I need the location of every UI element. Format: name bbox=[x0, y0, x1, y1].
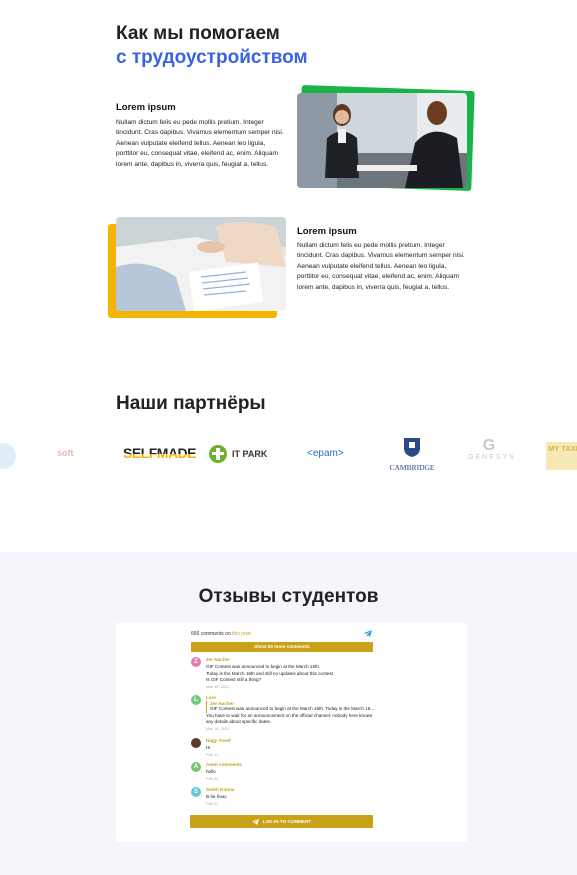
comment-line: hello bbox=[206, 769, 216, 774]
post-link[interactable]: this post bbox=[232, 631, 251, 637]
partner-logo-epam: <epam> bbox=[307, 448, 344, 459]
comment-3: Nagy Yosef Hi Feb 19 bbox=[191, 738, 381, 757]
help-title-line2: с трудоустройством bbox=[116, 47, 308, 68]
itpark-icon bbox=[209, 445, 227, 463]
comment-2: L Lore Zer Nacher GIF Contest was announ… bbox=[191, 695, 381, 731]
avatar: S bbox=[191, 787, 201, 797]
genesys-g-icon: G bbox=[482, 437, 496, 454]
send-icon bbox=[251, 818, 259, 825]
partners-carousel[interactable]: soft SELFMADE IT PARK <epam> CAMBRIDGE G… bbox=[0, 437, 577, 474]
card-2-title: Lorem ipsum bbox=[297, 226, 357, 237]
business-meeting-photo bbox=[297, 93, 467, 188]
cambridge-shield-icon bbox=[404, 438, 420, 457]
card-1-text: Nullam dictum felis eu pede mollis preti… bbox=[116, 119, 284, 168]
card-2-text: Nullam dictum felis eu pede mollis preti… bbox=[297, 242, 465, 291]
comment-date: Mar 16, 2021 bbox=[206, 725, 230, 731]
comment-line: GIF Contest was announced to begin at th… bbox=[206, 664, 321, 669]
comment-line: Hi bbox=[206, 745, 211, 750]
comment-1: Z Zer Nacher GIF Contest was announced t… bbox=[191, 657, 381, 689]
partner-logo-genesys: G GENESYS bbox=[468, 437, 516, 462]
partner-logo-mytaxi: MY TAXI bbox=[546, 442, 577, 470]
selfmade-text: SELFMADE bbox=[123, 445, 197, 461]
partner-logo-soft: soft bbox=[57, 448, 74, 458]
genesys-text: GENESYS bbox=[468, 454, 516, 461]
avatar-photo bbox=[191, 738, 201, 748]
comment-author[interactable]: Lore bbox=[206, 695, 381, 700]
comment-author[interactable]: Zer Nacher bbox=[206, 657, 381, 662]
comment-4: A Anon comments hello Feb 24 bbox=[191, 762, 381, 781]
cambridge-text: CAMBRIDGE bbox=[389, 463, 435, 472]
reply-quote[interactable]: Zer Nacher GIF Contest was announced to … bbox=[206, 701, 381, 713]
comment-5: S Smith Karma В бе бнас Feb 21 bbox=[191, 787, 381, 806]
comment-author[interactable]: Nagy Yosef bbox=[206, 738, 381, 743]
telegram-icon[interactable] bbox=[364, 630, 372, 637]
comments-widget: 666 comments on this post Show 50 more c… bbox=[116, 623, 467, 842]
comments-count-label: 666 comments on bbox=[191, 631, 231, 637]
comment-author[interactable]: Anon comments bbox=[206, 762, 381, 767]
avatar: A bbox=[191, 762, 201, 772]
login-label: LOG IN TO COMMENT bbox=[262, 819, 312, 824]
comment-date: Feb 19 bbox=[206, 751, 219, 757]
comment-line: You have to wait for an announcement on … bbox=[206, 712, 373, 718]
comment-line: В бе бнас bbox=[206, 794, 227, 799]
comment-line: Today is the March 16th and still no upd… bbox=[206, 670, 335, 676]
avatar: L bbox=[191, 695, 201, 705]
comment-line: Is GIF Contest still a thing? bbox=[206, 677, 262, 683]
partner-logo-cambridge: CAMBRIDGE bbox=[388, 436, 436, 472]
help-title-line1: Как мы помогаем bbox=[116, 23, 280, 44]
partners-title: Наши партнёры bbox=[116, 393, 266, 414]
login-to-comment-button[interactable]: LOG IN TO COMMENT bbox=[190, 815, 373, 828]
partner-logo-circle bbox=[0, 443, 16, 469]
document-review-photo bbox=[116, 217, 286, 311]
help-title: Как мы помогаем с трудоустройством bbox=[116, 22, 308, 70]
comment-line: any details about specific dates. bbox=[206, 719, 272, 725]
comment-author[interactable]: Smith Karma bbox=[206, 787, 381, 792]
partner-logo-selfmade: SELFMADE bbox=[123, 445, 197, 461]
itpark-text: IT PARK bbox=[232, 449, 268, 459]
comment-date: Feb 21 bbox=[206, 800, 219, 806]
card-1-title: Lorem ipsum bbox=[116, 102, 176, 113]
avatar: Z bbox=[191, 657, 201, 667]
comments-count: 666 comments on this post bbox=[191, 631, 251, 637]
comment-date: Mar 16, 2021 bbox=[206, 683, 230, 689]
quote-text: GIF Contest was announced to begin at th… bbox=[210, 706, 375, 711]
show-more-button[interactable]: Show 50 more comments bbox=[191, 642, 373, 652]
comment-date: Feb 24 bbox=[206, 775, 219, 781]
partner-logo-itpark: IT PARK bbox=[208, 444, 267, 464]
reviews-title: Отзывы студентов bbox=[198, 586, 379, 607]
